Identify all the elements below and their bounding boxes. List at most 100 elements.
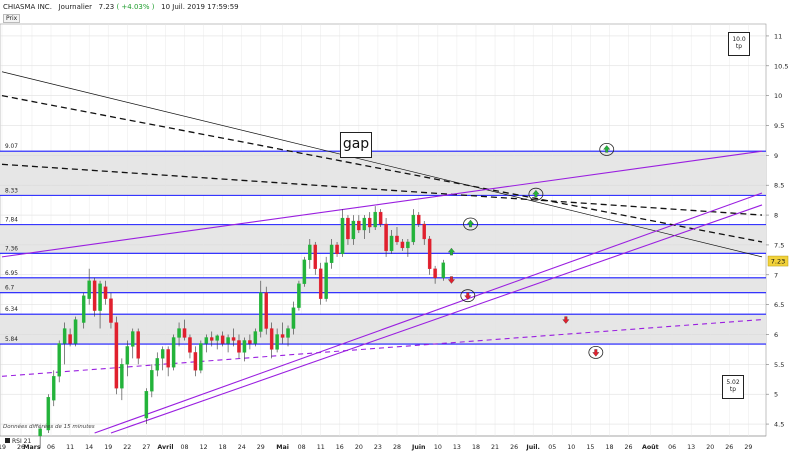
y-tick-label: 9.5 (774, 122, 784, 130)
y-tick-label: 7 (774, 271, 778, 279)
candle-body (264, 292, 268, 329)
rsi-label: RSI 21 (12, 438, 31, 445)
x-tick-label: 21 (491, 444, 499, 451)
target-box-top-value: 10.0 (732, 36, 746, 43)
y-tick-label: 5 (774, 391, 778, 399)
candle-body (335, 244, 339, 255)
x-tick-label: Juil. (525, 444, 540, 451)
gap-annotation: gap (340, 132, 372, 158)
candle-body (131, 331, 135, 347)
x-tick-label: 11 (66, 444, 74, 451)
candle-body (378, 211, 383, 225)
candle-body (406, 241, 410, 249)
x-tick-label: 10 (567, 444, 575, 451)
candle-body (269, 328, 274, 350)
x-tick-label: 14 (85, 444, 93, 451)
candle-body (220, 335, 225, 344)
candle-body (253, 331, 258, 344)
candle-body (297, 283, 301, 308)
x-tick-label: 26 (510, 444, 518, 451)
x-tick-label: 26 (625, 444, 633, 451)
x-tick-label: 13 (687, 444, 695, 451)
candle-body (68, 334, 72, 344)
x-tick-label: 19 (104, 444, 112, 451)
y-tick-label: 11 (774, 32, 782, 40)
level-band (0, 224, 766, 254)
x-tick-label: Mars (23, 444, 41, 451)
last-price-badge-label: 7.23 (771, 258, 785, 266)
x-tick-label: 18 (472, 444, 480, 451)
x-tick-label: 18 (605, 444, 613, 451)
candle-body (242, 340, 247, 353)
x-tick-label: 28 (393, 444, 401, 451)
y-tick-label: 4.5 (774, 421, 784, 429)
candle-body (427, 238, 432, 269)
y-tick-label: 6.5 (774, 301, 784, 309)
x-tick-label: 29 (257, 444, 265, 451)
candle-body (324, 262, 328, 299)
candle-body (215, 335, 219, 341)
candle-body (346, 217, 350, 240)
candle-body (351, 220, 356, 240)
candle-body (73, 319, 78, 344)
candle-body (248, 340, 252, 344)
candle-body (357, 220, 361, 231)
candle-body (280, 334, 285, 338)
y-tick-label: 9 (774, 152, 778, 160)
y-tick-label: 8 (774, 212, 778, 220)
level-label: 6.7 (5, 286, 15, 292)
x-tick-label: 15 (586, 444, 594, 451)
candle-body (231, 337, 236, 341)
x-tick-label: 19 (0, 444, 6, 451)
candle-body (367, 217, 372, 228)
candle-body (340, 217, 345, 255)
candle-body (144, 391, 149, 419)
x-tick-label: 24 (238, 444, 246, 451)
candle-body (125, 346, 130, 365)
candle-body (411, 214, 416, 243)
target-box-bottom: 5.02 tp (722, 375, 744, 399)
candle-body (400, 241, 405, 249)
candle-body (433, 268, 437, 278)
candle-body (362, 217, 367, 231)
candle-body (209, 337, 214, 341)
candle-body (182, 328, 187, 338)
x-tick-label: Mai (276, 444, 289, 451)
x-tick-label: 05 (548, 444, 556, 451)
x-tick-label: 08 (298, 444, 306, 451)
candle-body (193, 352, 198, 371)
candle-body (109, 298, 113, 323)
x-tick-label: Avril (157, 444, 173, 451)
level-label: 7.36 (5, 246, 18, 252)
level-label: 7.84 (5, 218, 18, 224)
x-tick-label: 27 (142, 444, 150, 451)
candle-body (150, 370, 154, 392)
candle-body (136, 331, 140, 359)
candle-body (81, 295, 86, 323)
candle-body (441, 262, 446, 278)
candle-body (166, 349, 170, 368)
level-band (0, 151, 766, 196)
x-tick-label: 26 (725, 444, 733, 451)
candle-body (62, 328, 67, 344)
candle-body (226, 337, 230, 344)
x-tick-label: 23 (374, 444, 382, 451)
candle-body (199, 343, 203, 371)
candle-body (52, 376, 56, 401)
x-tick-label: 29 (744, 444, 752, 451)
x-tick-label: 10 (434, 444, 442, 451)
candle-body (87, 280, 91, 299)
candle-body (318, 268, 323, 299)
level-label: 8.33 (5, 188, 18, 194)
target-box-top-unit: tp (735, 43, 743, 50)
candle-body (160, 349, 165, 359)
candle-body (120, 364, 124, 389)
delay-footnote: Données différées de 15 minutes (3, 424, 95, 430)
candle-body (155, 358, 160, 371)
target-box-bottom-value: 5.02 (726, 379, 740, 386)
x-tick-label: 08 (181, 444, 189, 451)
candle-body (259, 292, 263, 332)
candle-body (313, 244, 318, 269)
candle-body (275, 334, 279, 350)
candle-body (237, 340, 241, 353)
